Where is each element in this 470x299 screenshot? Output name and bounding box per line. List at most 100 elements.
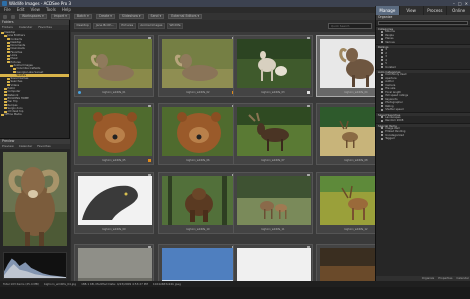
- checkbox[interactable]: [381, 59, 384, 62]
- thumbnail-image: [162, 176, 236, 225]
- checkbox[interactable]: [381, 84, 384, 87]
- checkbox[interactable]: [381, 34, 384, 37]
- checkbox[interactable]: [381, 73, 384, 76]
- folder-icon: [4, 94, 7, 97]
- batch-dropdown[interactable]: Batch ▾: [73, 14, 92, 19]
- tab-manage[interactable]: Manage: [375, 6, 399, 15]
- thumbnail-item[interactable]: bighorn_wildlife_04: [316, 35, 375, 97]
- thumbnail-item[interactable]: [158, 244, 238, 281]
- folder-icon: [7, 54, 10, 57]
- preview-image: [3, 152, 67, 246]
- checkbox[interactable]: [381, 37, 384, 40]
- tab-folders[interactable]: Folders: [2, 25, 13, 30]
- thumbnail-item[interactable]: bighorn_wildlife_07: [233, 103, 313, 165]
- thumbnail-info-icon[interactable]: [148, 105, 151, 107]
- checkbox[interactable]: [381, 94, 384, 97]
- checkbox[interactable]: [381, 48, 384, 51]
- thumbnail-image: [78, 176, 152, 225]
- checkbox[interactable]: [381, 101, 384, 104]
- thumbnail-info-icon[interactable]: [307, 105, 310, 107]
- checkbox[interactable]: [381, 91, 384, 94]
- folder-icon: [4, 97, 7, 100]
- tab-preview-calendar[interactable]: Calendar: [19, 144, 33, 149]
- folder-icon: [7, 77, 10, 80]
- thumbnail-info-icon[interactable]: [307, 246, 310, 248]
- tab-calendar[interactable]: Calendar: [19, 25, 33, 30]
- checkbox[interactable]: [381, 80, 384, 83]
- breadcrumb-user[interactable]: Jane Broth...: [93, 23, 117, 29]
- checkbox[interactable]: [381, 55, 384, 58]
- status-file: bighorn_wildlife_04.jpg: [43, 282, 77, 286]
- import-dropdown[interactable]: Import ▾: [50, 14, 70, 19]
- thumbnail-item[interactable]: bighorn_wildlife_11: [233, 172, 313, 234]
- tab-preview[interactable]: Preview: [2, 144, 14, 149]
- thumbnail-image: [237, 248, 311, 281]
- thumbnail-caption: bighorn_wildlife_10: [186, 228, 210, 231]
- tab-preview-favorites[interactable]: Favorites: [37, 144, 51, 149]
- thumbnail-item[interactable]: bighorn_wildlife_03: [233, 35, 313, 97]
- folder-tree-item[interactable]: Offline Media: [0, 113, 69, 116]
- checkbox[interactable]: [381, 116, 384, 119]
- checkbox[interactable]: [381, 52, 384, 55]
- thumbnail-item[interactable]: [74, 244, 154, 281]
- thumbnail-item[interactable]: bighorn_wildlife_06: [158, 103, 238, 165]
- folder-icon: [1, 31, 4, 34]
- thumbnail-item[interactable]: bighorn_wildlife_09: [74, 172, 154, 234]
- thumbnail-info-icon[interactable]: [307, 37, 310, 39]
- back-icon[interactable]: [3, 14, 7, 19]
- histogram: [3, 252, 67, 279]
- status-info: 188.1 KB, Modified Date: 4/23/2009 4:53:…: [81, 282, 148, 286]
- checkbox[interactable]: [381, 98, 384, 101]
- thumbnail-caption: bighorn_wildlife_03: [261, 91, 285, 94]
- breadcrumb-animal-images[interactable]: Animal Images: [137, 23, 165, 29]
- organize-item[interactable]: Tagged: [376, 137, 470, 141]
- checkbox[interactable]: [381, 134, 384, 137]
- checkbox[interactable]: [381, 137, 384, 140]
- thumbnail-item[interactable]: bighorn_wildlife_02: [158, 35, 238, 97]
- thumbnail-caption: bighorn_wildlife_02: [186, 91, 210, 94]
- thumbnail-item[interactable]: [316, 244, 375, 281]
- breadcrumb-pictures[interactable]: Pictures: [118, 23, 136, 29]
- checkbox[interactable]: [381, 105, 384, 108]
- tab-view[interactable]: View: [398, 6, 423, 15]
- slideshow-dropdown[interactable]: Slideshow ▾: [118, 14, 144, 19]
- checkbox[interactable]: [381, 87, 384, 90]
- create-dropdown[interactable]: Create ▾: [95, 14, 115, 19]
- thumbnail-image: [162, 107, 236, 156]
- breadcrumb-desktop[interactable]: Desktop: [74, 23, 92, 29]
- thumbnail-image: [320, 248, 375, 281]
- checkbox[interactable]: [381, 30, 384, 33]
- checkbox[interactable]: [381, 77, 384, 80]
- path-bar: Desktop Jane Broth... Pictures Animal Im…: [71, 20, 375, 32]
- thumbnail-item[interactable]: [233, 244, 313, 281]
- checkbox[interactable]: [381, 127, 384, 130]
- folder-icon: [4, 100, 7, 103]
- quick-search-input[interactable]: Quick Search: [328, 23, 372, 29]
- checkbox[interactable]: [381, 62, 384, 65]
- tab-process[interactable]: Process: [422, 6, 447, 15]
- organize-pane-title: Organize: [376, 15, 470, 20]
- thumbnail-item[interactable]: bighorn_wildlife_08: [316, 103, 375, 165]
- external-editors-dropdown[interactable]: External Editors ▾: [168, 14, 203, 19]
- folder-icon: [13, 67, 16, 70]
- thumbnail-info-icon[interactable]: [307, 174, 310, 176]
- tab-favorites[interactable]: Favorites: [38, 25, 52, 30]
- thumbnail-item[interactable]: bighorn_wildlife_05: [74, 103, 154, 165]
- thumbnail-info-icon[interactable]: [148, 246, 151, 248]
- organize-search-input[interactable]: [378, 21, 468, 25]
- checkbox[interactable]: [381, 130, 384, 133]
- thumbnail-item[interactable]: bighorn_wildlife_10: [158, 172, 238, 234]
- status-dimensions: 1024x683x24b jpeg: [152, 282, 181, 286]
- thumbnail-info-icon[interactable]: [148, 174, 151, 176]
- organize-section: Auto Categories Commonly Used Aperture Auth…: [376, 69, 470, 112]
- folder-icon: [10, 64, 13, 67]
- workspaces-dropdown[interactable]: Workspaces ▾: [19, 14, 47, 19]
- window-title: Wildlife Images - ACDSee Pro 3: [9, 1, 72, 6]
- thumbnail-item[interactable]: bighorn_wildlife_12: [316, 172, 375, 234]
- tab-online[interactable]: Online: [446, 6, 470, 15]
- breadcrumb-wildlife[interactable]: Wildlife: [167, 23, 184, 29]
- thumbnail-info-icon[interactable]: [148, 37, 151, 39]
- forward-icon[interactable]: [11, 14, 15, 19]
- send-dropdown[interactable]: Send ▾: [147, 14, 165, 19]
- thumbnail-item[interactable]: bighorn_wildlife_01: [74, 35, 154, 97]
